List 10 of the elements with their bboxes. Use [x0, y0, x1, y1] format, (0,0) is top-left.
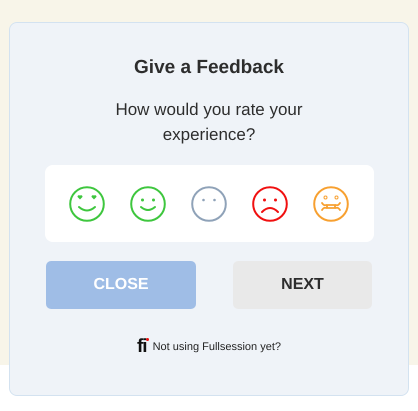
question-text: How would you rate your experience?: [114, 99, 304, 146]
dialog-title: Give a Feedback: [134, 57, 284, 79]
neutral-face-icon[interactable]: [191, 186, 227, 222]
smiling-face-icon[interactable]: [130, 186, 166, 222]
heart-eyes-face-icon[interactable]: [69, 186, 105, 222]
next-button[interactable]: NEXT: [233, 261, 372, 309]
logo: fi: [136, 337, 147, 356]
nauseated-face-icon[interactable]: [313, 186, 349, 222]
footer-text[interactable]: Not using Fullsession yet?: [152, 340, 281, 352]
sad-face-icon[interactable]: [252, 186, 288, 222]
